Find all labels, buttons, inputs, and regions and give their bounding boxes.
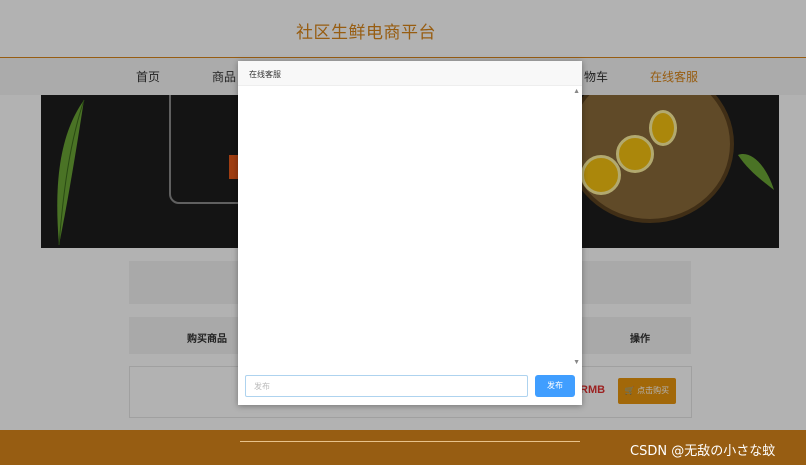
scroll-down-arrow-icon[interactable]: ▼ [573,359,580,366]
chat-message-area[interactable]: ▲ ▼ [238,86,582,368]
footer-divider [240,441,580,442]
send-button[interactable]: 发布 [535,375,575,397]
message-input[interactable] [245,375,528,397]
online-service-dialog: 在线客服 ▲ ▼ 发布 [238,61,582,405]
scroll-up-arrow-icon[interactable]: ▲ [573,88,580,95]
dialog-header: 在线客服 [238,61,582,86]
dialog-title: 在线客服 [249,70,281,79]
watermark-text: CSDN @无敌の小さな蚊 [630,444,776,459]
